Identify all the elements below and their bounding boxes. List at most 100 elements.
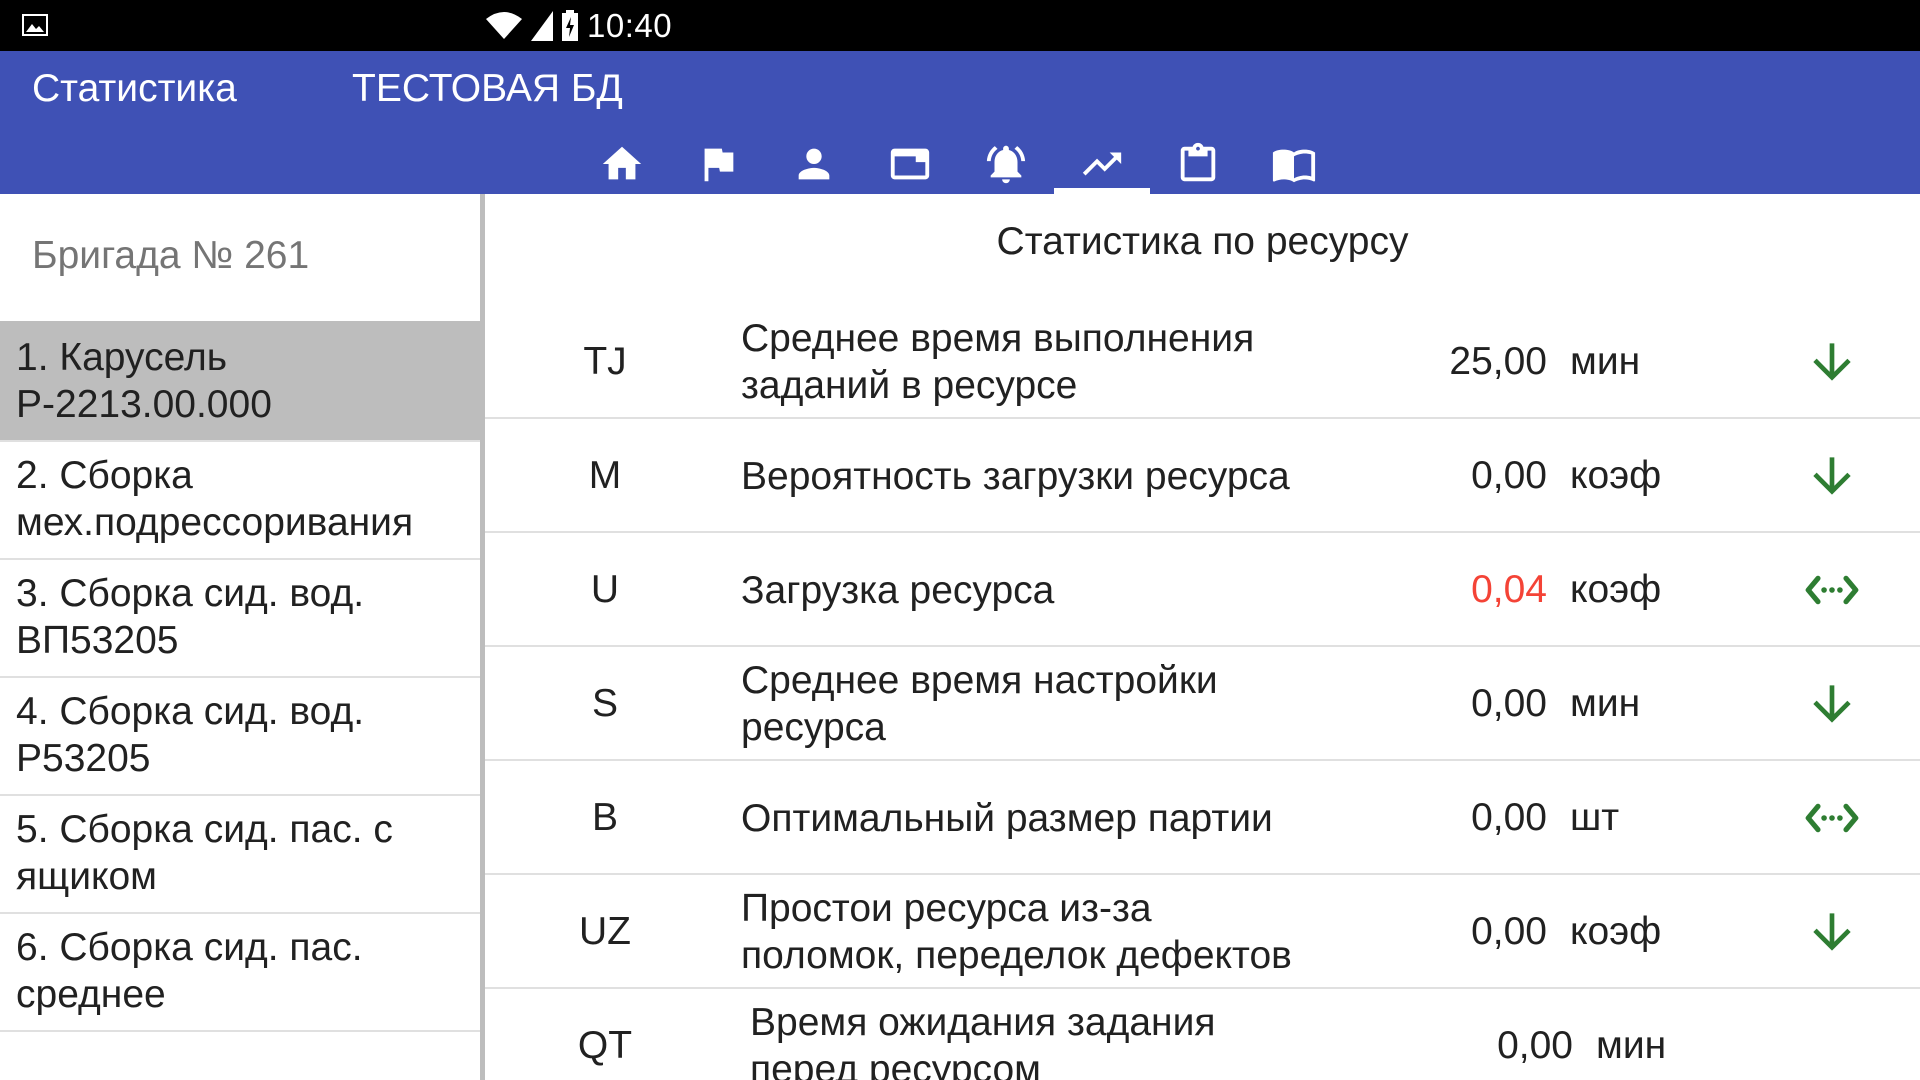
list-item[interactable]: 2. Сборка мех.подрессоривания [0,442,480,560]
table-row: B Оптимальный размер партии 0,00 шт [485,761,1920,875]
metric-label: Время ожидания задания перед ресурсом [750,989,1390,1080]
list-item-line2: Р-2213.00.000 [16,383,272,426]
statistics-panel: Статистика по ресурсу TJ Среднее время вы… [485,194,1920,1080]
arrow-down-icon [1813,913,1851,951]
tab-home[interactable] [574,134,670,194]
tab-window[interactable] [862,134,958,194]
window-icon [890,148,930,180]
metric-value: 0,04 [1471,568,1547,611]
list-item-line2: ящиком [16,855,157,898]
status-bar: 10:40 [0,0,1920,51]
cell-signal-icon [531,11,553,41]
table-row: S Среднее время настройки ресурса 0,00 мин [485,647,1920,761]
metric-label: Вероятность загрузки ресурса [741,419,1381,533]
list-item-line2: мех.подрессоривания [16,501,414,544]
book-icon [1272,149,1316,183]
metric-code: UZ [579,910,631,953]
statistics-table: TJ Среднее время выполнения заданий в ресу… [485,305,1920,1080]
brigade-header: Бригада № 261 [32,234,310,277]
trending-up-icon [1082,152,1122,176]
trend-indicator[interactable] [1795,647,1869,761]
metric-label-line1: Оптимальный размер партии [741,796,1273,840]
tab-clipboard[interactable] [1150,134,1246,194]
metric-value: 0,00 [1471,796,1547,839]
list-item-line2: Р53205 [16,737,151,780]
battery-icon [562,10,578,41]
list-item[interactable]: 6. Сборка сид. пас. среднее [0,914,480,1032]
metric-label-line2: заданий в ресурсе [741,364,1078,407]
database-name: ТЕСТОВАЯ БД [352,67,623,110]
tab-book[interactable] [1246,134,1342,194]
table-row: QT Время ожидания задания перед ресурсом 0,… [485,989,1920,1080]
metric-label: Загрузка ресурса [741,533,1381,647]
trend-indicator[interactable] [1795,875,1869,989]
clipboard-icon [1180,142,1216,182]
tab-alarm[interactable] [958,134,1054,194]
trend-indicator[interactable] [1795,305,1869,419]
table-row: TJ Среднее время выполнения заданий в ресу… [485,305,1920,419]
app-title: Статистика [32,67,237,110]
list-item-line1: 4. Сборка сид. вод. [16,690,365,733]
metric-label: Оптимальный размер партии [741,761,1381,875]
metric-unit: коэф [1570,910,1662,953]
tab-person[interactable] [766,134,862,194]
arrows-horizontal-icon [1805,575,1859,605]
metric-unit: коэф [1570,568,1662,611]
tab-flag[interactable] [670,134,766,194]
metric-value: 0,00 [1471,682,1547,725]
metric-label-line1: Среднее время выполнения [741,317,1255,360]
table-row: UZ Простои ресурса из-за поломок, передело… [485,875,1920,989]
metric-value: 0,00 [1471,910,1547,953]
arrows-horizontal-icon [1805,803,1859,833]
metric-unit: шт [1570,796,1620,839]
clock: 10:40 [587,8,673,44]
metric-label-line2: поломок, переделок дефектов [741,934,1292,977]
wifi-icon [486,12,522,39]
arrow-down-icon [1813,343,1851,381]
trend-indicator[interactable] [1795,419,1869,533]
gallery-notification-icon [22,14,48,36]
resource-list-panel: Бригада № 261 1. Карусель Р-2213.00.000 … [0,194,480,1080]
metric-unit: мин [1570,340,1641,383]
metric-unit: мин [1596,1024,1667,1067]
table-row: M Вероятность загрузки ресурса 0,00 коэф [485,419,1920,533]
metric-label-line1: Среднее время настройки [741,659,1218,702]
list-item[interactable]: 3. Сборка сид. вод. ВП53205 [0,560,480,678]
metric-label: Среднее время настройки ресурса [741,647,1381,761]
metric-label-line1: Простои ресурса из-за [741,887,1152,930]
metric-label: Простои ресурса из-за поломок, переделок … [741,875,1381,989]
table-row: U Загрузка ресурса 0,04 коэф [485,533,1920,647]
resource-list: 1. Карусель Р-2213.00.000 2. Сборка мех.… [0,324,480,1032]
list-item[interactable]: 4. Сборка сид. вод. Р53205 [0,678,480,796]
home-icon [602,146,642,180]
metric-code: TJ [583,340,627,383]
list-item[interactable]: 5. Сборка сид. пас. с ящиком [0,796,480,914]
metric-value: 0,00 [1471,454,1547,497]
list-item-line2: ВП53205 [16,619,179,662]
metric-value: 0,00 [1497,1024,1573,1067]
metric-label: Среднее время выполнения заданий в ресурс… [741,305,1381,419]
metric-code: QT [577,1024,633,1067]
arrow-down-icon [1813,685,1851,723]
metric-label-line2: ресурса [741,706,886,749]
metric-code: B [591,796,618,839]
tab-bar [574,134,1342,194]
metric-label-line1: Время ожидания задания [750,1001,1216,1044]
list-item-line1: 5. Сборка сид. пас. с [16,808,393,851]
metric-label-line2: перед ресурсом [750,1048,1041,1080]
tab-statistics[interactable] [1054,134,1150,194]
status-icons: 10:40 [485,8,1920,44]
metric-code: M [588,454,622,497]
trend-indicator[interactable] [1795,533,1869,647]
list-item-line1: 6. Сборка сид. пас. [16,926,363,969]
person-icon [798,148,830,180]
list-item[interactable]: 1. Карусель Р-2213.00.000 [0,324,480,442]
trend-indicator[interactable] [1795,761,1869,875]
list-item-line1: 2. Сборка [16,454,193,497]
metric-unit: коэф [1570,454,1662,497]
metric-value: 25,00 [1449,340,1547,383]
metric-label-line1: Загрузка ресурса [741,568,1055,612]
statistics-heading: Статистика по ресурсу [996,220,1409,263]
alarm-icon [986,145,1026,184]
arrow-down-icon [1813,457,1851,495]
